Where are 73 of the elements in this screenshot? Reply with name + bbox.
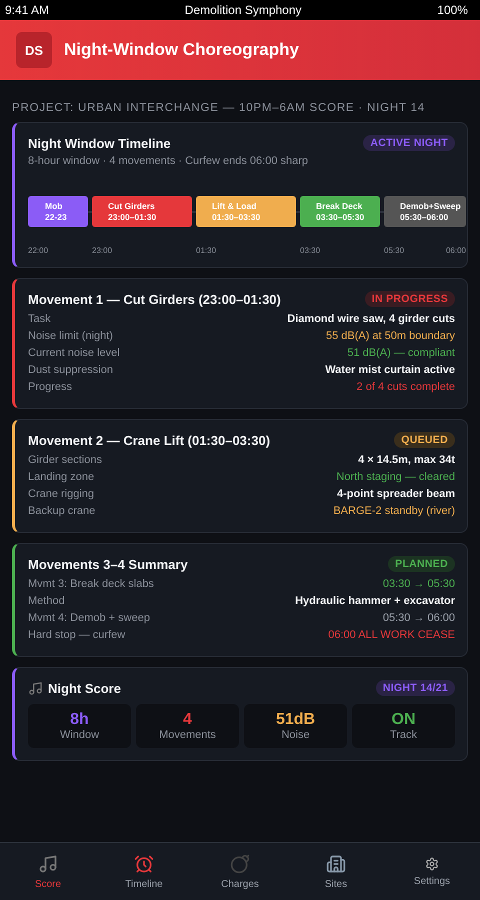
row-label: Girder sections xyxy=(28,453,102,468)
stat-label: Movements xyxy=(159,729,216,741)
nav-tab[interactable]: Score xyxy=(0,843,96,900)
row-value: 4-point spreader beam xyxy=(337,487,455,502)
stat-value: ON xyxy=(392,711,416,729)
row-value: Water mist curtain active xyxy=(325,363,455,378)
row-value: BARGE-2 standby (river) xyxy=(333,504,455,519)
stat-label: Noise xyxy=(281,729,310,741)
nav-tab[interactable]: Sites xyxy=(288,843,384,900)
row-value: 4 × 14.5m, max 34t xyxy=(358,453,455,468)
row-label: Noise limit (night) xyxy=(28,329,113,344)
time-tick: 01:30 xyxy=(196,246,216,255)
timeline-segment: Demob+Sweep 05:30–06:00 xyxy=(384,196,466,227)
row-label: Hard stop — curfew xyxy=(28,628,126,643)
time-tick: 23:00 xyxy=(92,246,112,255)
timeline-segment: Lift & Load 01:30–03:30 xyxy=(196,196,296,227)
card-title: Night Score xyxy=(48,680,121,696)
row-value: North staging — cleared xyxy=(336,470,455,485)
stat-label: Track xyxy=(390,729,418,741)
status-badge: PLANNED xyxy=(388,556,455,572)
row-value: 03:30 → 05:30 xyxy=(382,577,455,592)
row-value: 05:30 → 06:00 xyxy=(382,611,455,626)
row-value: 06:00 ALL WORK CEASE xyxy=(328,628,455,643)
row-value: 51 dB(A) — compliant xyxy=(347,346,455,361)
card-subtitle: 8-hour window · 4 movements · Curfew ends 06:00 sharp xyxy=(28,155,310,167)
timeline-segment: Cut Girders 23:00–01:30 xyxy=(92,196,192,227)
status-time: 9:41 AM xyxy=(5,3,50,17)
settings-icon xyxy=(425,856,439,870)
time-tick: 06:00 xyxy=(446,246,466,255)
alarm-clock-icon xyxy=(134,854,154,874)
row-label: Landing zone xyxy=(28,470,94,485)
row-value: Hydraulic hammer + excavator xyxy=(295,594,455,609)
row-label: Dust suppression xyxy=(28,363,113,378)
nav-tab[interactable]: Charges xyxy=(192,843,288,900)
building-icon xyxy=(326,854,346,874)
row-label: Progress xyxy=(28,380,72,395)
card-title: Movement 2 — Crane Lift (01:30–03:30) xyxy=(28,432,270,448)
time-tick: 05:30 xyxy=(384,246,404,255)
nav-tab[interactable]: Timeline xyxy=(96,843,192,900)
row-label: Mvmt 3: Break deck slabs xyxy=(28,577,154,592)
row-value: Diamond wire saw, 4 girder cuts xyxy=(287,312,455,327)
music-icon xyxy=(38,854,58,874)
status-title: Demolition Symphony xyxy=(184,3,302,17)
time-tick: 03:30 xyxy=(300,246,320,255)
row-value: 2 of 4 cuts complete xyxy=(356,380,455,395)
stat-label: Window xyxy=(60,729,100,741)
timeline-segment: Mob 22-23 xyxy=(28,196,88,227)
card-title: Night Window Timeline xyxy=(28,136,171,150)
app-title: Night-Window Choreography xyxy=(64,40,299,60)
timeline-segment: Break Deck 03:30–05:30 xyxy=(300,196,380,227)
project-label: PROJECT: URBAN INTERCHANGE — 10PM–6AM SCORE · NIGHT 14 xyxy=(12,102,426,114)
app-logo: DS xyxy=(16,32,52,68)
status-badge: IN PROGRESS xyxy=(364,291,455,307)
row-label: Current noise level xyxy=(28,346,120,361)
row-label: Mvmt 4: Demob + sweep xyxy=(28,611,150,626)
nav-tab[interactable]: Settings xyxy=(384,843,480,900)
card-title: Movement 1 — Cut Girders (23:00–01:30) xyxy=(28,292,281,306)
bomb-icon xyxy=(230,854,250,874)
stat-value: 51dB xyxy=(276,711,316,729)
time-tick: 22:00 xyxy=(28,246,48,255)
row-label: Backup crane xyxy=(28,504,96,519)
stat-value: 4 xyxy=(183,711,192,729)
row-label: Crane rigging xyxy=(28,487,94,502)
status-badge: NIGHT 14/21 xyxy=(376,680,455,696)
row-label: Task xyxy=(28,312,51,327)
status-badge: QUEUED xyxy=(394,432,455,448)
row-label: Method xyxy=(28,594,65,609)
card-title: Movements 3–4 Summary xyxy=(28,556,188,572)
music-icon xyxy=(28,680,43,696)
status-badge: ACTIVE NIGHT xyxy=(363,135,455,151)
row-value: 55 dB(A) at 50m boundary xyxy=(326,329,455,344)
battery-level: 100% xyxy=(437,3,468,17)
stat-value: 8h xyxy=(70,711,89,729)
